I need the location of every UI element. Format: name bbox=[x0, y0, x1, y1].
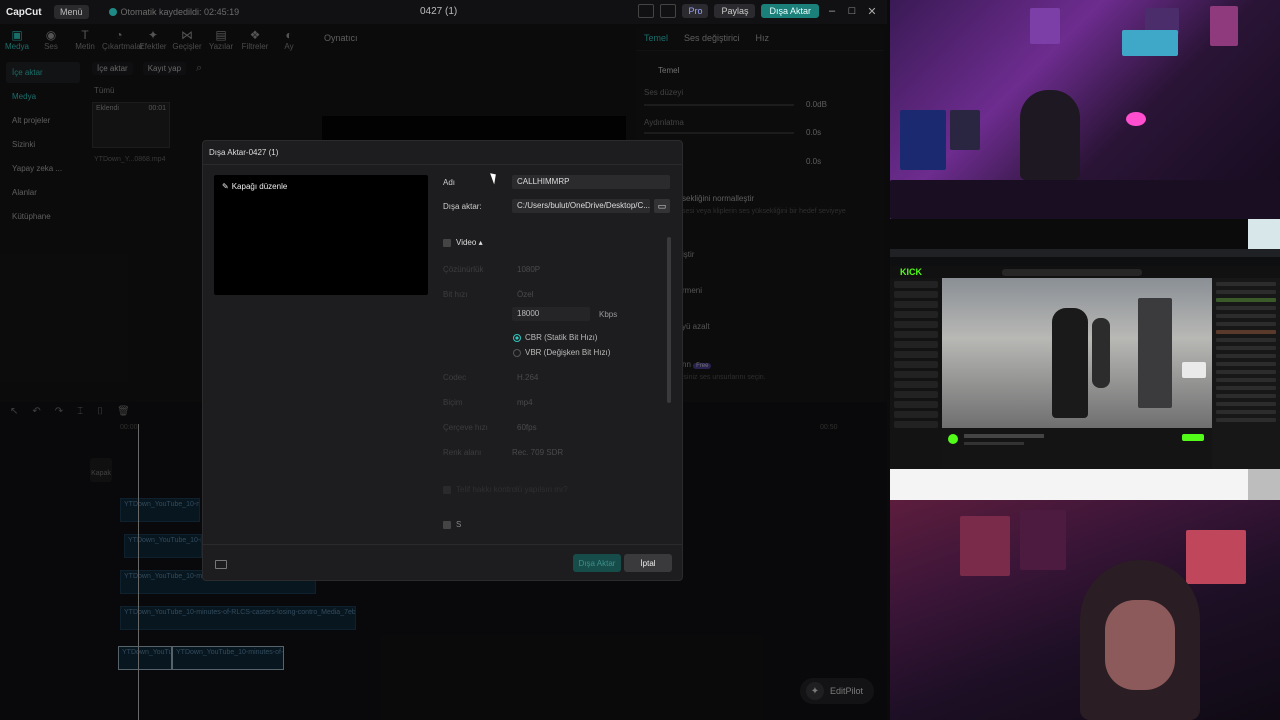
bitrate-label: Bit hızı bbox=[443, 290, 468, 299]
tv-screen bbox=[1122, 30, 1178, 56]
kick-search bbox=[1002, 268, 1142, 276]
cbr-radio[interactable] bbox=[513, 334, 521, 342]
wall-poster bbox=[1210, 6, 1238, 46]
autosave-status: Otomatik kaydedildi: 02:45:19 bbox=[108, 7, 240, 17]
wall-poster bbox=[1186, 530, 1246, 584]
maximize-icon[interactable]: □ bbox=[845, 5, 859, 17]
bystander-figure bbox=[1092, 318, 1110, 388]
resolution-select[interactable]: 1080P bbox=[517, 265, 540, 274]
video-label: Video bbox=[456, 238, 477, 247]
follow-button bbox=[1182, 434, 1204, 441]
divider bbox=[203, 164, 682, 165]
dialog-cancel-button[interactable]: İptal bbox=[624, 554, 672, 572]
panel-strip bbox=[1248, 469, 1280, 500]
copyright-label: Telif hakkı kontrolü yapılsın mı? bbox=[456, 485, 568, 494]
audio-checkbox[interactable] bbox=[443, 521, 451, 529]
export-button[interactable]: Dışa Aktar bbox=[761, 4, 819, 18]
streamer-face-skin bbox=[1105, 600, 1175, 690]
panel-gap bbox=[890, 469, 1248, 500]
streamer-figure bbox=[1052, 308, 1088, 418]
cover-preview[interactable]: ✎ Kapağı düzenle bbox=[214, 175, 428, 295]
copyright-checkbox[interactable] bbox=[443, 486, 451, 494]
close-icon[interactable]: ✕ bbox=[865, 5, 879, 18]
film-icon[interactable] bbox=[215, 560, 227, 569]
resolution-label: Çözünürlük bbox=[443, 265, 484, 274]
dialog-scrollbar[interactable] bbox=[667, 237, 671, 403]
edit-cover-button[interactable]: ✎ Kapağı düzenle bbox=[222, 182, 287, 191]
kick-stream-screenshot: KICK bbox=[890, 249, 1280, 469]
autosave-icon bbox=[108, 8, 117, 16]
webcam-room bbox=[890, 0, 1280, 219]
wall-poster bbox=[1030, 8, 1060, 44]
wall-poster bbox=[1020, 510, 1066, 570]
kick-sidebar bbox=[890, 278, 942, 469]
folder-icon[interactable]: ▭ bbox=[654, 199, 670, 213]
video-checkbox[interactable] bbox=[443, 239, 451, 247]
video-section[interactable]: Video ▴ bbox=[456, 238, 483, 247]
panel-strip bbox=[1248, 219, 1280, 249]
export-dialog: Dışa Aktar-0427 (1) ✎ Kapağı düzenle Adı … bbox=[202, 140, 683, 581]
pencil-icon: ✎ bbox=[222, 182, 229, 191]
bitrate-select[interactable]: Özel bbox=[517, 290, 533, 299]
streamer-avatar bbox=[948, 434, 958, 444]
autosave-text: Otomatik kaydedildi: 02:45:19 bbox=[120, 7, 240, 17]
person-at-desk bbox=[1020, 90, 1080, 180]
app-logo: CapCut bbox=[6, 6, 42, 18]
fps-select[interactable]: 60fps bbox=[517, 423, 537, 432]
export-to-label: Dışa aktar: bbox=[443, 202, 482, 211]
webcam-face bbox=[890, 500, 1280, 720]
pink-light bbox=[1126, 112, 1146, 126]
codec-select[interactable]: H.264 bbox=[517, 373, 538, 382]
door bbox=[1138, 298, 1172, 408]
edit-cover-label: Kapağı düzenle bbox=[231, 182, 288, 191]
monitor bbox=[900, 110, 946, 170]
kick-stream-info bbox=[942, 428, 1212, 469]
minimize-icon[interactable]: – bbox=[825, 5, 839, 17]
chevron-up-icon: ▴ bbox=[478, 238, 483, 247]
vbr-radio[interactable] bbox=[513, 349, 521, 357]
format-select[interactable]: mp4 bbox=[517, 398, 533, 407]
divider bbox=[203, 544, 682, 545]
kick-video bbox=[942, 278, 1212, 428]
layout-icon[interactable] bbox=[638, 4, 655, 18]
format-label: Biçim bbox=[443, 398, 463, 407]
fps-label: Çerçeve hızı bbox=[443, 423, 488, 432]
color-space-value: Rec. 709 SDR bbox=[512, 448, 564, 457]
title-bar: CapCut Menü Otomatik kaydedildi: 02:45:1… bbox=[0, 0, 887, 24]
name-label: Adı bbox=[443, 178, 456, 187]
kick-chat bbox=[1212, 278, 1280, 469]
name-input[interactable]: CALLHIMMRP bbox=[512, 175, 670, 189]
kick-logo: KICK bbox=[900, 267, 922, 277]
audio-label: S bbox=[456, 520, 462, 529]
color-space-label: Renk alanı bbox=[443, 448, 482, 457]
codec-label: Codec bbox=[443, 373, 467, 382]
capcut-window: CapCut Menü Otomatik kaydedildi: 02:45:1… bbox=[0, 0, 887, 720]
pro-button[interactable]: Pro bbox=[682, 4, 709, 18]
shortcuts-icon[interactable] bbox=[660, 4, 677, 18]
desk bbox=[890, 180, 1280, 219]
bitrate-input[interactable]: 18000 bbox=[512, 307, 590, 321]
menu-button[interactable]: Menü bbox=[54, 5, 89, 19]
browser-tabs bbox=[890, 249, 1280, 257]
monitor bbox=[950, 110, 980, 150]
wall-screen bbox=[1182, 362, 1206, 378]
kick-header: KICK bbox=[890, 266, 1280, 278]
cbr-label: CBR (Statik Bit Hızı) bbox=[525, 333, 598, 342]
bitrate-unit: Kbps bbox=[599, 310, 618, 319]
share-button[interactable]: Paylaş bbox=[714, 4, 756, 18]
project-title: 0427 (1) bbox=[420, 6, 458, 17]
export-path-input[interactable]: C:/Users/bulut/OneDrive/Desktop/C... bbox=[512, 199, 650, 213]
dialog-title: Dışa Aktar-0427 (1) bbox=[209, 148, 279, 157]
vbr-label: VBR (Değişken Bit Hızı) bbox=[525, 348, 611, 357]
dialog-export-button[interactable]: Dışa Aktar bbox=[573, 554, 621, 572]
wall-poster bbox=[960, 516, 1010, 576]
